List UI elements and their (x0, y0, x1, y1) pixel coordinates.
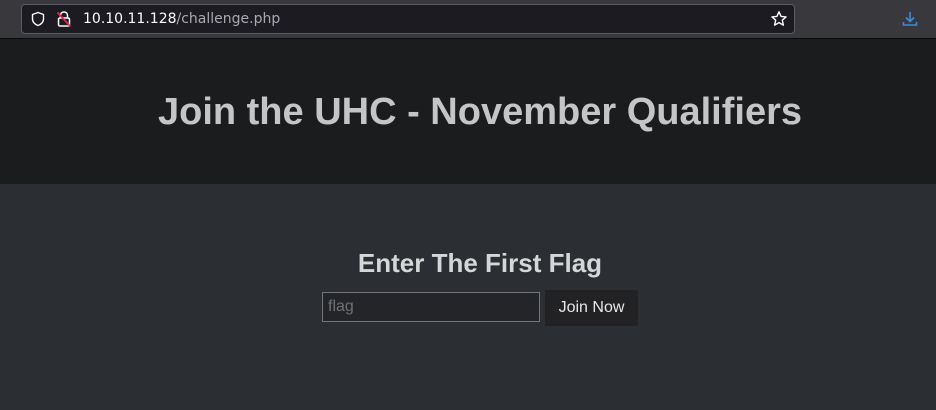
address-bar[interactable]: 10.10.11.128/challenge.php (21, 4, 795, 34)
url-path: /challenge.php (176, 11, 281, 27)
url-host: 10.10.11.128 (83, 11, 177, 27)
insecure-lock-icon[interactable] (56, 10, 72, 28)
join-now-button[interactable]: Join Now (545, 290, 638, 326)
content-area: Enter The First Flag Join Now (0, 184, 936, 410)
page-header: Join the UHC - November Qualifiers (0, 39, 936, 184)
url-text[interactable]: 10.10.11.128/challenge.php (83, 11, 280, 27)
shield-icon[interactable] (30, 11, 46, 27)
bookmark-star-icon[interactable] (770, 10, 788, 28)
flag-input[interactable] (322, 292, 540, 322)
download-icon[interactable] (900, 9, 920, 29)
browser-toolbar: 10.10.11.128/challenge.php (0, 0, 936, 39)
form-heading: Enter The First Flag (357, 248, 603, 278)
page-title: Join the UHC - November Qualifiers (157, 91, 802, 133)
